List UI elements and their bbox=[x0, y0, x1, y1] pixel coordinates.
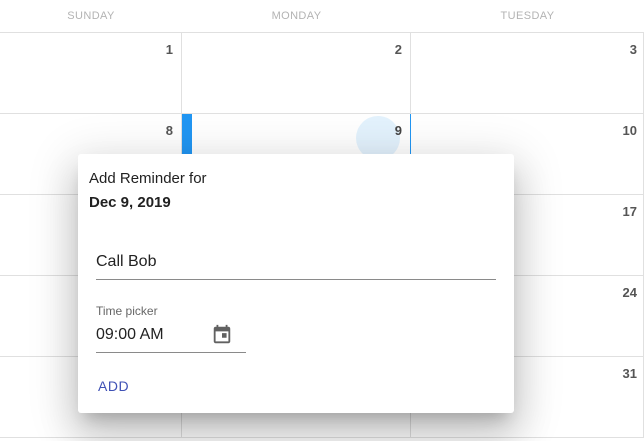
time-picker-label: Time picker bbox=[96, 304, 158, 318]
add-button[interactable]: ADD bbox=[88, 372, 139, 400]
reminder-text-field[interactable]: Call Bob bbox=[96, 246, 496, 280]
dialog-title-date: Dec 9, 2019 bbox=[89, 194, 171, 211]
add-reminder-dialog: Add Reminder for Dec 9, 2019 Call Bob Ti… bbox=[78, 154, 514, 413]
time-picker-value: 09:00 AM bbox=[96, 326, 164, 343]
calendar-icon[interactable] bbox=[211, 324, 233, 346]
time-picker-field[interactable]: Time picker 09:00 AM bbox=[96, 300, 246, 353]
reminder-text-value: Call Bob bbox=[96, 253, 157, 270]
dialog-title-text: Add Reminder for bbox=[89, 170, 207, 187]
dialog-title: Add Reminder for Dec 9, 2019 bbox=[89, 167, 207, 215]
